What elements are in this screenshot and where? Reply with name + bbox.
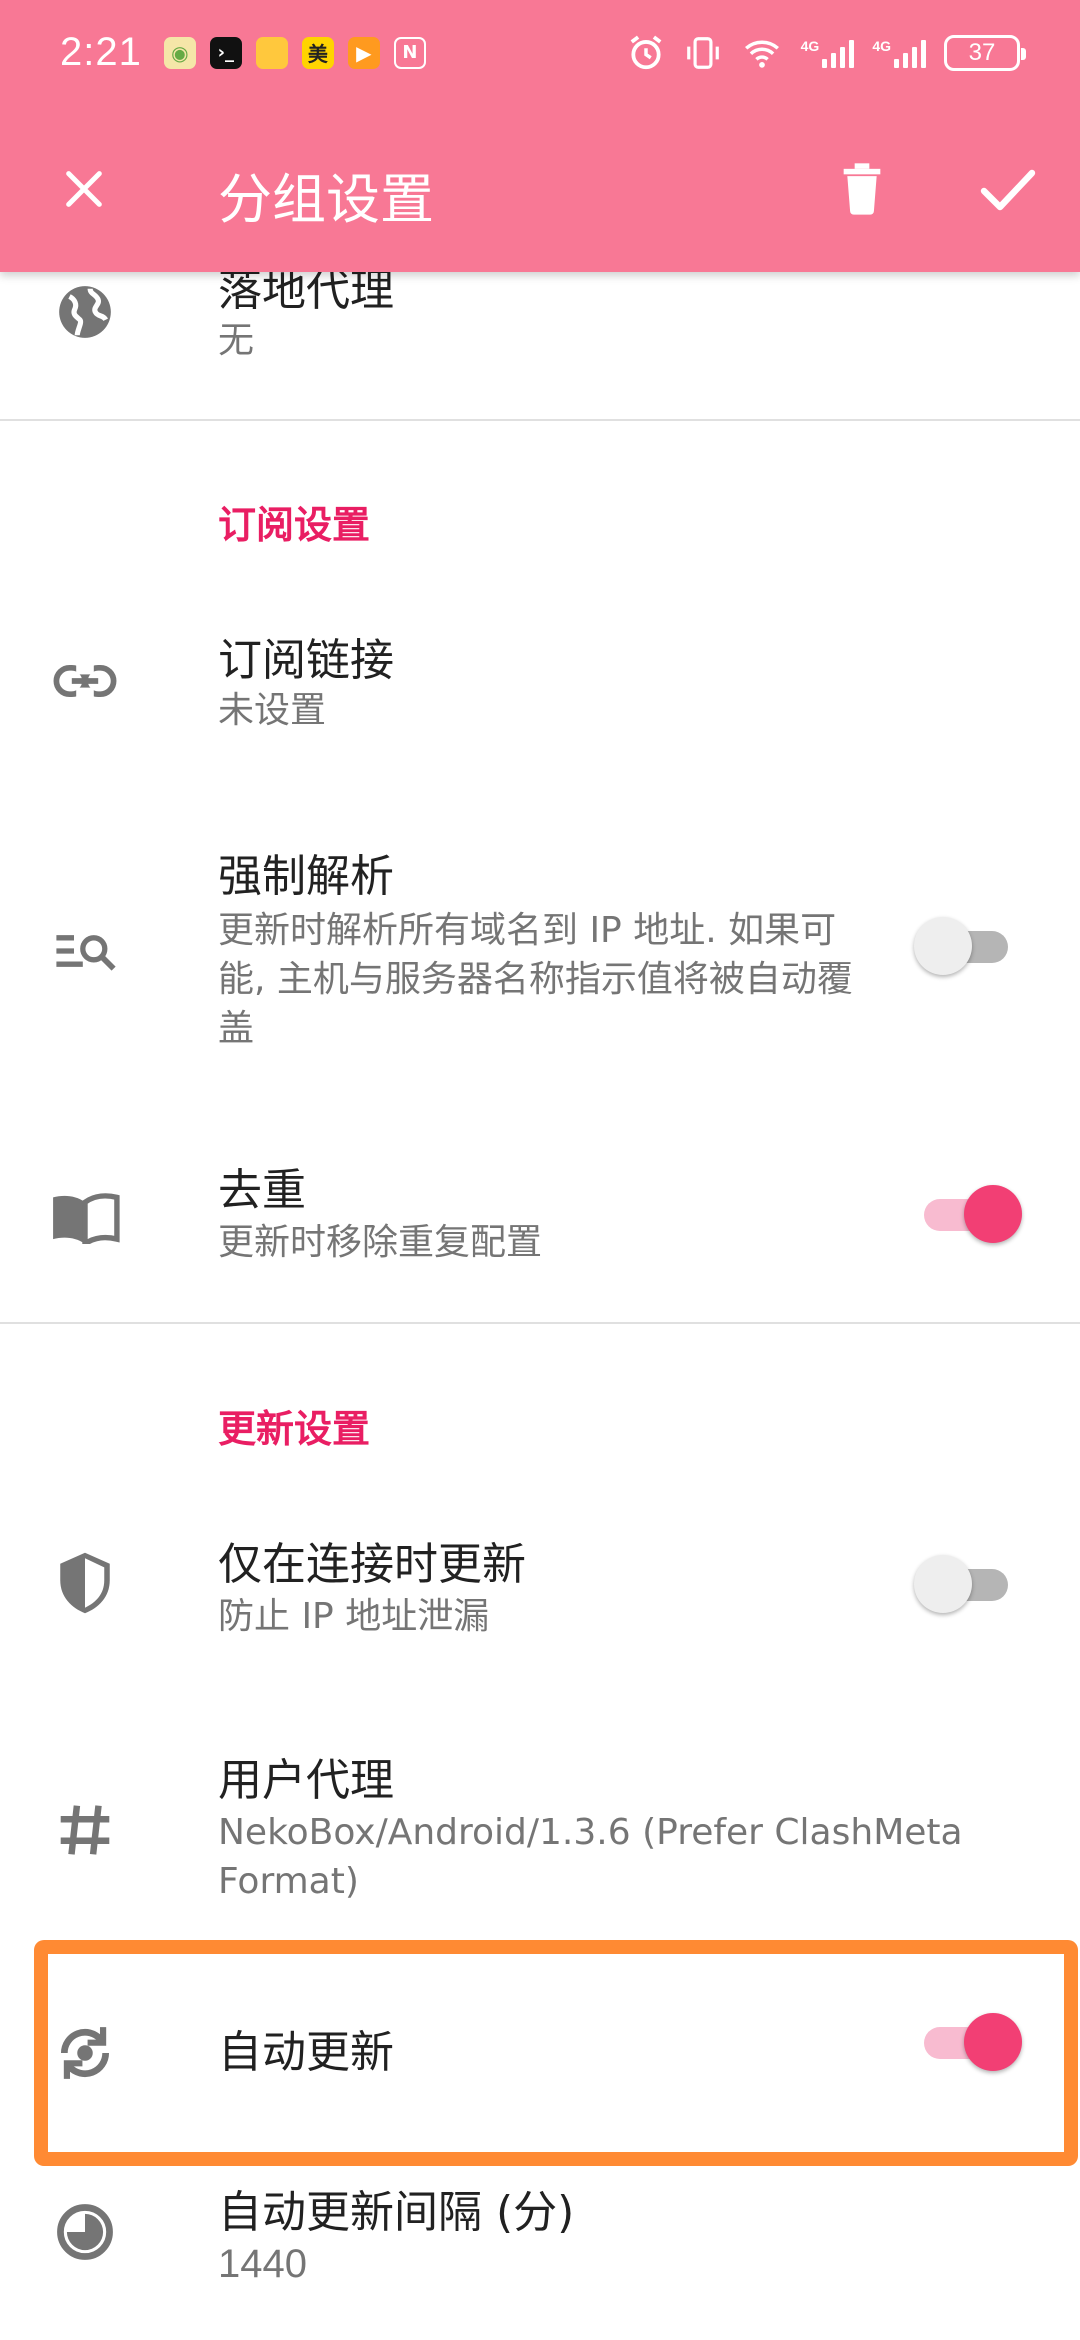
nfc-icon: N [393, 36, 426, 69]
timer-icon [40, 2187, 130, 2277]
switch-thumb [914, 1555, 972, 1613]
search-list-icon [40, 906, 130, 996]
update-when-connected-switch[interactable] [914, 1554, 1024, 1614]
dedupe-title: 去重 [218, 1165, 306, 1216]
update-when-connected-description: 防止 IP 地址泄漏 [218, 1596, 490, 1637]
battery-icon: 37 [944, 34, 1026, 71]
save-button[interactable] [968, 149, 1048, 229]
user-agent-value: NekoBox/Android/1.3.6 (Prefer ClashMeta … [218, 1812, 963, 1902]
update-when-connected-title: 仅在连接时更新 [218, 1539, 526, 1590]
dedupe-description: 更新时移除重复配置 [218, 1222, 543, 1263]
globe-icon [40, 267, 130, 357]
subscription-link-value: 未设置 [218, 690, 327, 731]
book-icon [40, 1172, 130, 1262]
landing-proxy-value: 无 [218, 320, 255, 361]
page-title: 分组设置 [218, 168, 434, 231]
trash-icon [843, 163, 881, 215]
close-button[interactable] [44, 149, 124, 229]
delete-button[interactable] [822, 149, 902, 229]
force-resolve-description: 更新时解析所有域名到 IP 地址. 如果可能, 主机与服务器名称指示值将被自动覆… [218, 910, 853, 1049]
app-notification-icon: ◉ [163, 36, 196, 69]
force-resolve-row[interactable]: 强制解析 更新时解析所有域名到 IP 地址. 如果可能, 主机与服务器名称指示值… [0, 820, 1080, 1080]
meituan-app-icon: 美 [301, 36, 334, 69]
switch-thumb [914, 917, 972, 975]
network-type-1: 4G [800, 37, 820, 54]
link-icon [40, 636, 130, 726]
landing-proxy-row[interactable]: 落地代理 无 [0, 250, 1080, 420]
close-icon [66, 171, 102, 207]
video-app-icon: ▶ [347, 36, 380, 69]
toolbar: 分组设置 [0, 105, 1080, 272]
switch-thumb [964, 2013, 1022, 2071]
divider [0, 1322, 1080, 1324]
status-time: 2:21 [60, 30, 142, 74]
hash-icon [40, 1785, 130, 1875]
switch-thumb [964, 1185, 1022, 1243]
subscription-link-title: 订阅链接 [218, 635, 394, 686]
auto-update-row[interactable]: 自动更新 [0, 1954, 1080, 2152]
shield-icon [40, 1538, 130, 1628]
dedupe-switch[interactable] [914, 1184, 1024, 1244]
section-update: 更新设置 [218, 1407, 371, 1451]
vibrate-icon [686, 36, 719, 69]
force-resolve-title: 强制解析 [218, 851, 394, 902]
app-bar: 2:21 ◉ ›_ 美 ▶ N 4G 4G 37 分组设置 [0, 0, 1080, 272]
auto-update-interval-row[interactable]: 自动更新间隔 (分) 1440 [0, 2166, 1080, 2340]
update-when-connected-row[interactable]: 仅在连接时更新 防止 IP 地址泄漏 [0, 1500, 1080, 1670]
status-bar: 2:21 ◉ ›_ 美 ▶ N 4G 4G 37 [0, 0, 1080, 105]
signal-icon-1 [822, 38, 855, 68]
folder-app-icon [255, 36, 288, 69]
subscription-link-row[interactable]: 订阅链接 未设置 [0, 600, 1080, 760]
notification-icons: ◉ ›_ 美 ▶ N [163, 36, 426, 69]
divider [0, 419, 1080, 421]
auto-update-interval-value: 1440 [218, 2242, 307, 2286]
auto-update-switch[interactable] [914, 2012, 1024, 2072]
check-icon [980, 169, 1036, 211]
sync-icon [40, 2008, 130, 2098]
auto-update-interval-title: 自动更新间隔 (分) [218, 2187, 575, 2238]
alarm-icon [630, 35, 662, 69]
wifi-icon [744, 40, 779, 68]
terminal-app-icon: ›_ [209, 36, 242, 69]
network-type-2: 4G [872, 37, 891, 54]
user-agent-row[interactable]: 用户代理 NekoBox/Android/1.3.6 (Prefer Clash… [0, 1730, 1080, 1930]
section-subscription: 订阅设置 [218, 503, 371, 547]
status-indicators: 4G 4G 37 [627, 34, 1026, 72]
signal-icon-2 [894, 38, 926, 68]
auto-update-title: 自动更新 [218, 2027, 394, 2078]
user-agent-title: 用户代理 [218, 1755, 394, 1806]
dedupe-row[interactable]: 去重 更新时移除重复配置 [0, 1140, 1080, 1300]
battery-level: 37 [968, 38, 996, 66]
force-resolve-switch[interactable] [914, 916, 1024, 976]
